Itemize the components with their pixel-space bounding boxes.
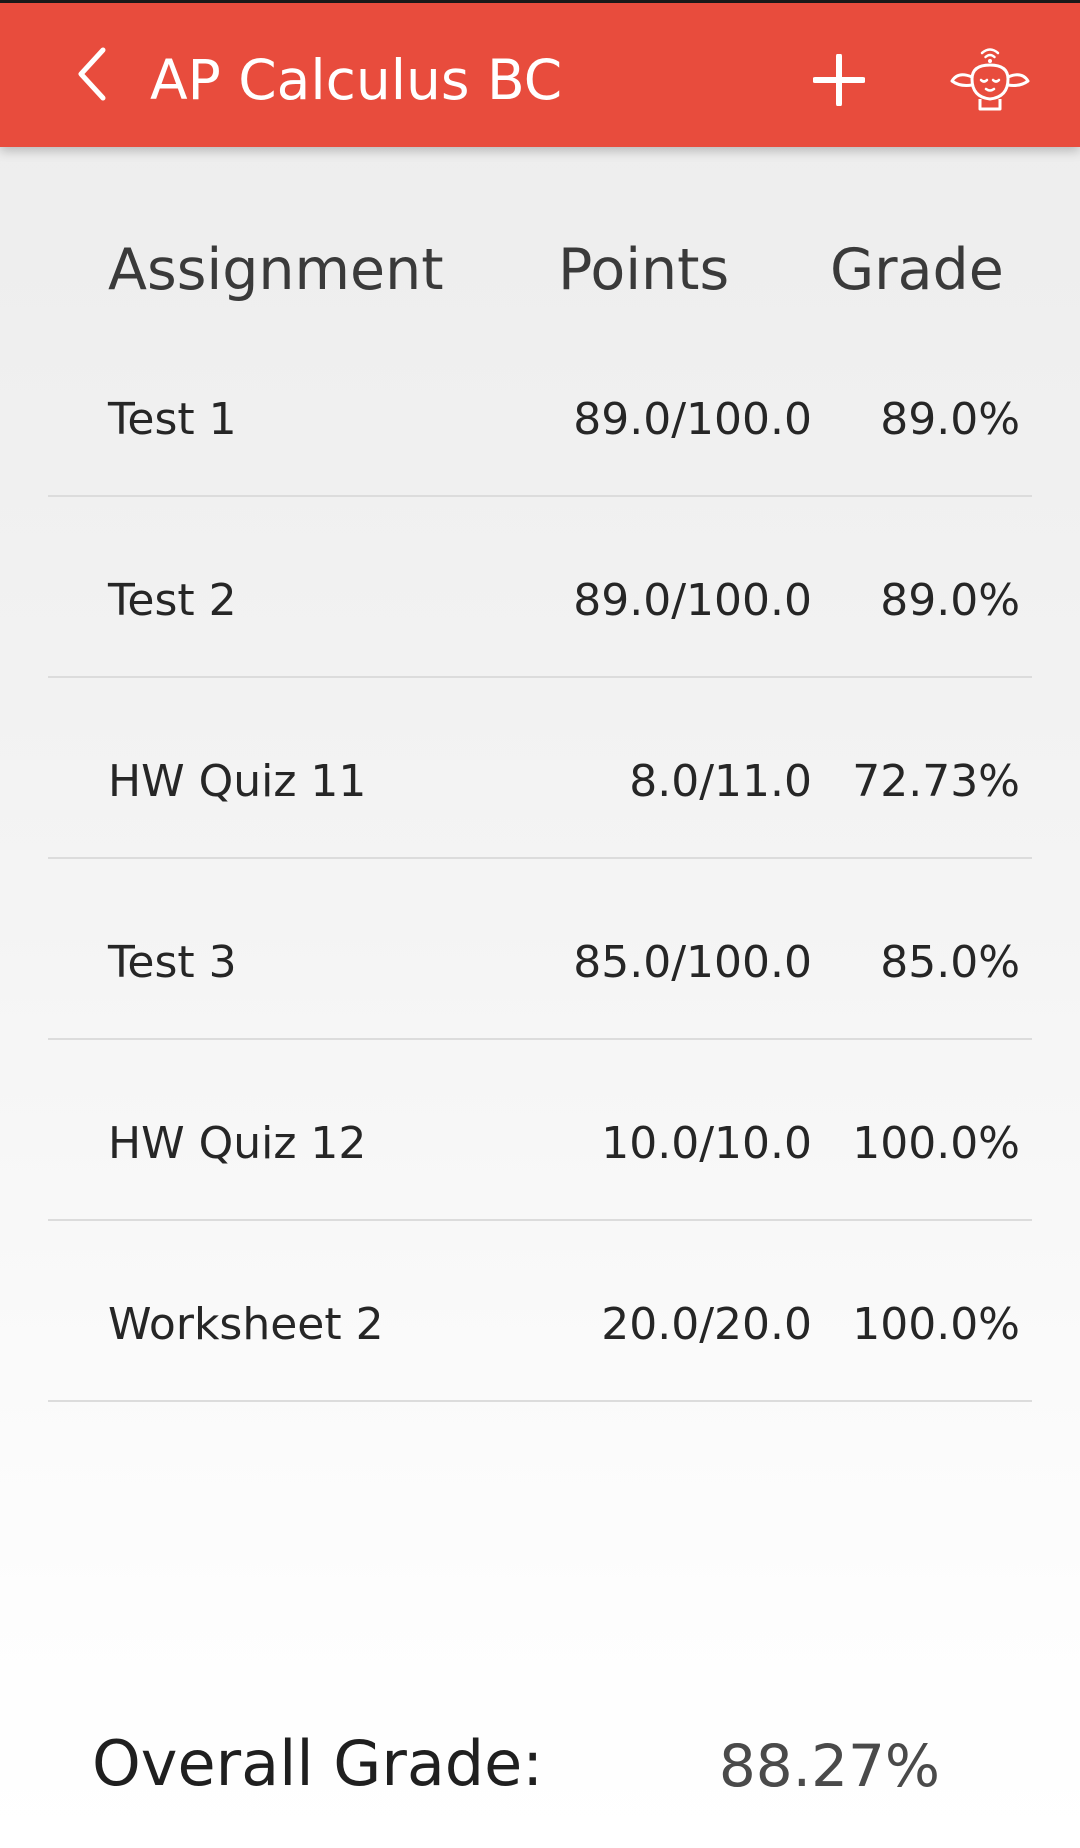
assignment-name: Test 2 (108, 575, 237, 626)
assignment-row[interactable]: HW Quiz 12 10.0/10.0 100.0% (48, 1040, 1032, 1221)
assignment-points: 10.0/10.0 (601, 1118, 812, 1169)
assignment-grade: 85.0% (880, 937, 1020, 988)
back-button[interactable] (62, 39, 122, 109)
overall-grade-value: 88.27% (718, 1732, 940, 1800)
plus-icon (813, 54, 865, 106)
mascot-menu-button[interactable] (946, 39, 1034, 115)
assignment-points: 20.0/20.0 (601, 1299, 812, 1350)
assignment-grade: 89.0% (880, 394, 1020, 445)
header-points: Points (558, 237, 730, 303)
assignment-points: 85.0/100.0 (573, 937, 812, 988)
chevron-left-icon (78, 47, 106, 101)
assignment-row[interactable]: HW Quiz 11 8.0/11.0 72.73% (48, 678, 1032, 859)
assignment-grade: 100.0% (852, 1118, 1020, 1169)
assignment-grade: 89.0% (880, 575, 1020, 626)
page-title: AP Calculus BC (150, 48, 563, 112)
header-grade: Grade (830, 237, 1004, 303)
assignment-list: Test 1 89.0/100.0 89.0% Test 2 89.0/100.… (48, 337, 1032, 1402)
assignment-name: HW Quiz 11 (108, 756, 367, 807)
assignment-points: 8.0/11.0 (629, 756, 812, 807)
assignment-points: 89.0/100.0 (573, 394, 812, 445)
table-header: Assignment Points Grade (0, 222, 1080, 318)
assignment-points: 89.0/100.0 (573, 575, 812, 626)
assignment-name: Worksheet 2 (108, 1299, 384, 1350)
assignment-row[interactable]: Test 1 89.0/100.0 89.0% (48, 337, 1032, 497)
assignment-name: HW Quiz 12 (108, 1118, 367, 1169)
assignment-name: Test 1 (108, 394, 237, 445)
mascot-wifi-icon (950, 48, 1030, 111)
header-assignment: Assignment (108, 237, 444, 303)
assignment-grade: 100.0% (852, 1299, 1020, 1350)
assignment-row[interactable]: Test 3 85.0/100.0 85.0% (48, 859, 1032, 1040)
app-bar: AP Calculus BC (0, 3, 1080, 147)
overall-grade-label: Overall Grade: (92, 1727, 544, 1800)
assignment-grade: 72.73% (852, 756, 1020, 807)
assignment-name: Test 3 (108, 937, 237, 988)
assignment-row[interactable]: Test 2 89.0/100.0 89.0% (48, 497, 1032, 678)
add-assignment-button[interactable] (806, 47, 872, 113)
assignment-row[interactable]: Worksheet 2 20.0/20.0 100.0% (48, 1221, 1032, 1402)
